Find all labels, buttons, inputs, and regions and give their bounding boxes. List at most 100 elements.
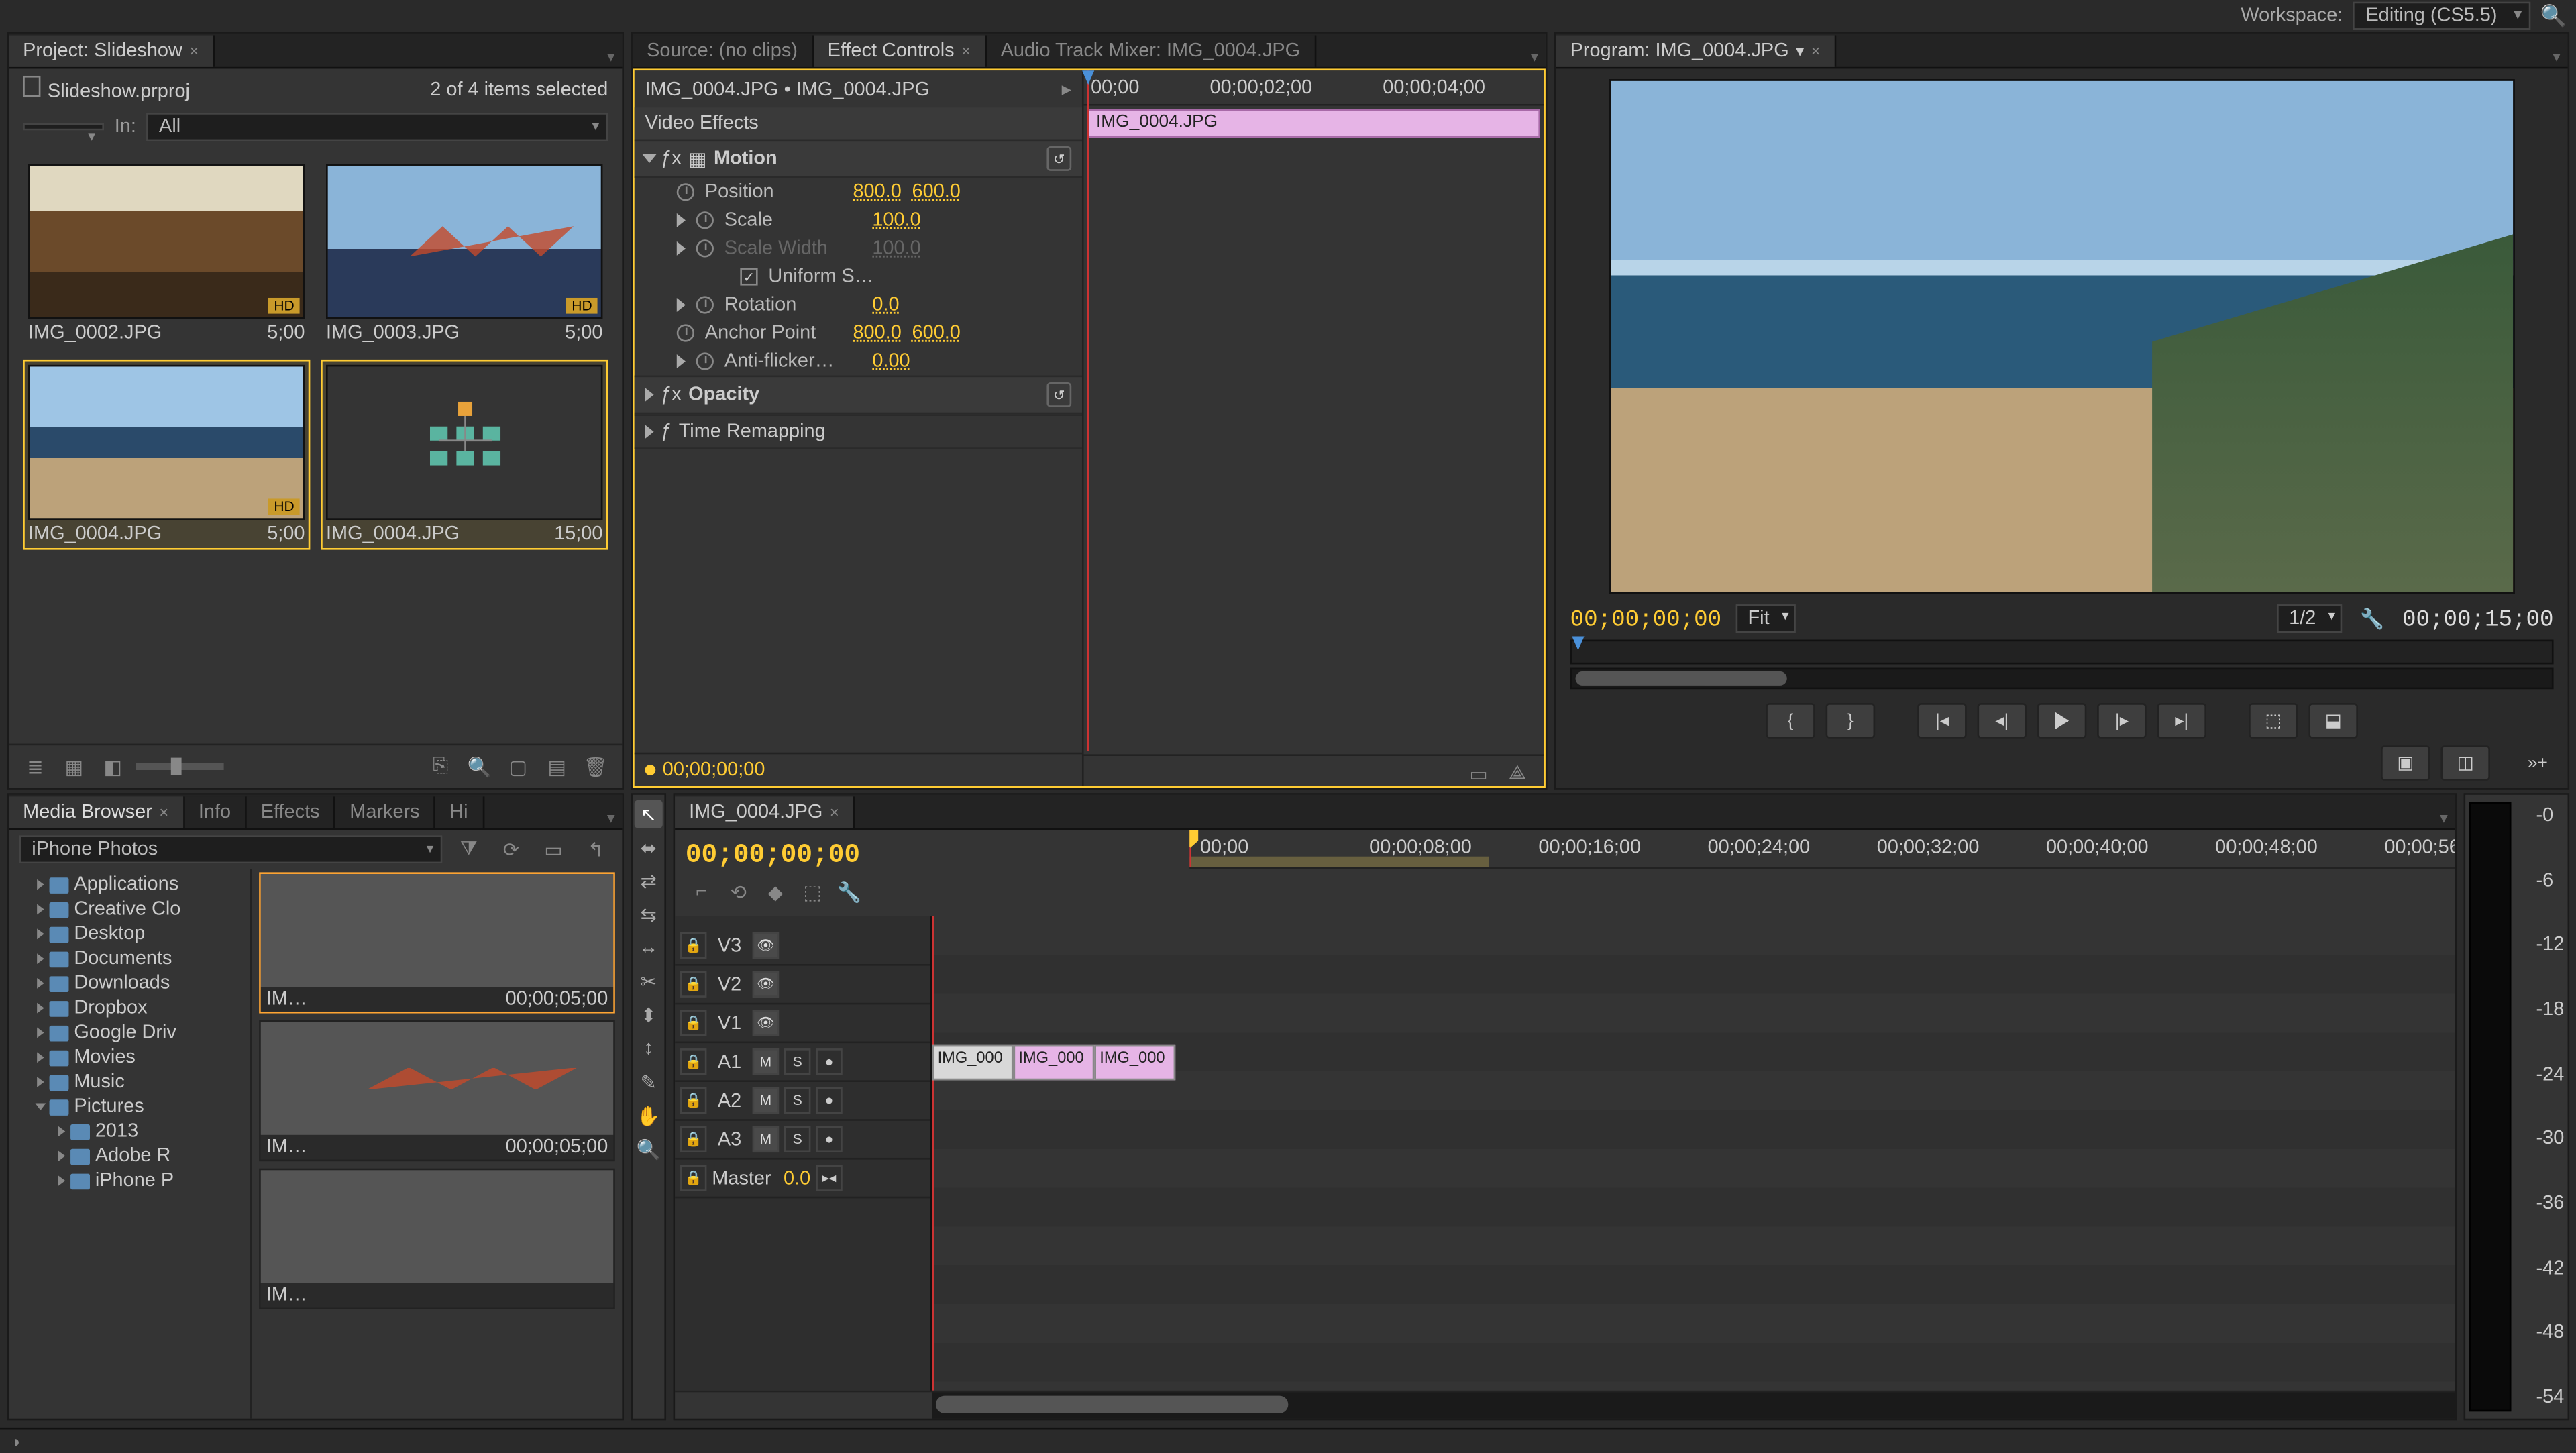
checkbox-icon[interactable]: ✓ <box>740 268 757 285</box>
bin-thumbnail[interactable]: HD <box>28 365 305 520</box>
eye-toggle[interactable]: 👁 <box>753 932 779 959</box>
project-filter-dropdown[interactable]: All <box>147 113 608 141</box>
hand-tool[interactable]: ✋ <box>635 1101 663 1130</box>
reset-icon[interactable]: ↺ <box>1046 146 1071 171</box>
thumbnail-size-slider[interactable] <box>136 763 223 770</box>
folder-row[interactable]: Applications <box>12 872 246 897</box>
timeline-clip[interactable]: IMG_000 <box>1014 1045 1095 1081</box>
audio-track-header[interactable]: 🔒A2MS● <box>675 1082 930 1121</box>
rolling-edit-tool[interactable]: ⇆ <box>635 900 663 928</box>
media-item[interactable]: IM… <box>259 1169 615 1309</box>
media-thumbnail[interactable] <box>261 1022 613 1135</box>
lift-button[interactable]: ⬚ <box>2249 703 2298 739</box>
lock-toggle[interactable]: 🔒 <box>680 971 706 997</box>
twirl-icon[interactable] <box>643 154 657 163</box>
chevron-right-icon[interactable]: ▸ <box>1062 78 1072 101</box>
tab-markers[interactable]: Markers <box>335 796 435 828</box>
bin-thumbnail[interactable] <box>326 365 602 520</box>
new-bin-icon[interactable]: ▢ <box>502 753 534 781</box>
settings-icon[interactable]: ⬚ <box>796 877 828 906</box>
new-folder-icon[interactable]: ▭ <box>537 835 569 863</box>
automate-icon[interactable]: ⎘ <box>425 753 456 781</box>
stopwatch-icon[interactable] <box>696 211 714 229</box>
find-icon[interactable]: 🔍 <box>464 753 495 781</box>
mark-in-button[interactable]: { <box>1766 703 1815 739</box>
chevron-down-icon[interactable]: ▾ <box>1796 42 1804 60</box>
list-view-icon[interactable]: ≣ <box>19 753 51 781</box>
tab-effect-controls[interactable]: Effect Controls <box>814 36 987 67</box>
twirl-icon[interactable] <box>58 1150 66 1161</box>
close-icon[interactable] <box>159 804 168 821</box>
play-button[interactable] <box>2037 703 2087 739</box>
twirl-icon[interactable] <box>37 1003 44 1014</box>
master-volume[interactable]: 0.0 <box>784 1167 810 1189</box>
timeline-playhead[interactable] <box>1189 830 1191 869</box>
effect-clip-bar[interactable]: IMG_0004.JPG <box>1087 109 1540 138</box>
pin-icon[interactable]: ⟁ <box>1501 759 1533 788</box>
twirl-icon[interactable] <box>645 388 653 402</box>
prop-antiflicker[interactable]: Anti-flicker… 0.00 <box>635 347 1082 376</box>
timeline-zoom-scrollbar[interactable] <box>932 1392 2455 1418</box>
rate-stretch-tool[interactable]: ↔ <box>635 934 663 962</box>
lock-toggle[interactable]: 🔒 <box>680 1126 706 1152</box>
folder-row[interactable]: iPhone P <box>12 1169 246 1193</box>
folder-row[interactable]: Pictures <box>12 1094 246 1119</box>
program-ruler[interactable] <box>1570 640 2554 665</box>
close-icon[interactable] <box>961 42 971 60</box>
twirl-icon[interactable] <box>36 1104 46 1111</box>
icon-view-icon[interactable]: ▦ <box>58 753 90 781</box>
master-track-header[interactable]: 🔒Master0.0▸◂ <box>675 1160 930 1199</box>
timeline-clip[interactable]: IMG_000 <box>932 1045 1014 1081</box>
close-icon[interactable] <box>830 804 839 821</box>
video-track-header[interactable]: 🔒V2👁 <box>675 966 930 1005</box>
tab-hi[interactable]: Hi <box>435 796 484 828</box>
twirl-icon[interactable] <box>645 425 653 439</box>
wrench-icon[interactable]: 🔧 <box>2357 604 2388 633</box>
program-tc-left[interactable]: 00;00;00;00 <box>1570 605 1721 631</box>
stopwatch-icon[interactable] <box>677 324 694 341</box>
mute-toggle[interactable]: M <box>753 1126 779 1152</box>
prop-scale[interactable]: Scale 100.0 <box>635 206 1082 234</box>
slip-tool[interactable]: ⬍ <box>635 1001 663 1029</box>
eye-toggle[interactable]: 👁 <box>753 1010 779 1036</box>
tab-media-browser[interactable]: Media Browser <box>9 796 184 828</box>
effect-playhead[interactable] <box>1087 70 1089 751</box>
folder-row[interactable]: Downloads <box>12 971 246 995</box>
folder-row[interactable]: Adobe R <box>12 1144 246 1169</box>
folder-row[interactable]: Dropbox <box>12 995 246 1020</box>
tab-source[interactable]: Source: (no clips) <box>633 36 814 67</box>
new-item-icon[interactable]: ▤ <box>541 753 572 781</box>
tab-program[interactable]: Program: IMG_0004.JPG▾ <box>1556 36 1836 67</box>
program-scrollbar[interactable] <box>1570 668 2554 690</box>
reset-icon[interactable]: ↺ <box>1046 382 1071 407</box>
twirl-icon[interactable] <box>37 904 44 915</box>
solo-toggle[interactable]: S <box>784 1048 810 1075</box>
meter-toggle[interactable]: ▸◂ <box>816 1165 842 1191</box>
prop-position[interactable]: Position 800.0 600.0 <box>635 178 1082 206</box>
lock-toggle[interactable]: 🔒 <box>680 1048 706 1075</box>
panel-menu-icon[interactable] <box>1530 46 1545 67</box>
media-item[interactable]: IM…00;00;05;00 <box>259 872 615 1013</box>
lock-toggle[interactable]: 🔒 <box>680 1087 706 1114</box>
button-editor-icon[interactable]: »+ <box>2522 745 2553 781</box>
twirl-icon[interactable] <box>37 1028 44 1038</box>
project-sort-dropdown[interactable] <box>23 123 104 131</box>
mute-toggle[interactable]: M <box>753 1087 779 1114</box>
go-to-out-button[interactable]: ▸| <box>2157 703 2206 739</box>
record-toggle[interactable]: ● <box>816 1087 842 1114</box>
lock-toggle[interactable]: 🔒 <box>680 1010 706 1036</box>
program-playhead[interactable] <box>1572 636 1584 650</box>
folder-row[interactable]: Creative Clo <box>12 897 246 922</box>
timeline-timecode[interactable]: 00;00;00;00 <box>686 841 922 871</box>
project-bin-item[interactable]: HDIMG_0004.JPG5;00 <box>23 360 310 550</box>
twirl-icon[interactable] <box>37 1077 44 1087</box>
media-thumbnail[interactable] <box>261 1170 613 1283</box>
lock-toggle[interactable]: 🔒 <box>680 932 706 959</box>
step-forward-button[interactable]: |▸ <box>2097 703 2147 739</box>
twirl-icon[interactable] <box>37 953 44 964</box>
audio-track-header[interactable]: 🔒A3MS● <box>675 1121 930 1160</box>
slide-tool[interactable]: ↕ <box>635 1034 663 1063</box>
stopwatch-icon[interactable] <box>696 352 714 370</box>
prop-rotation[interactable]: Rotation 0.0 <box>635 290 1082 319</box>
folder-row[interactable]: Documents <box>12 947 246 971</box>
